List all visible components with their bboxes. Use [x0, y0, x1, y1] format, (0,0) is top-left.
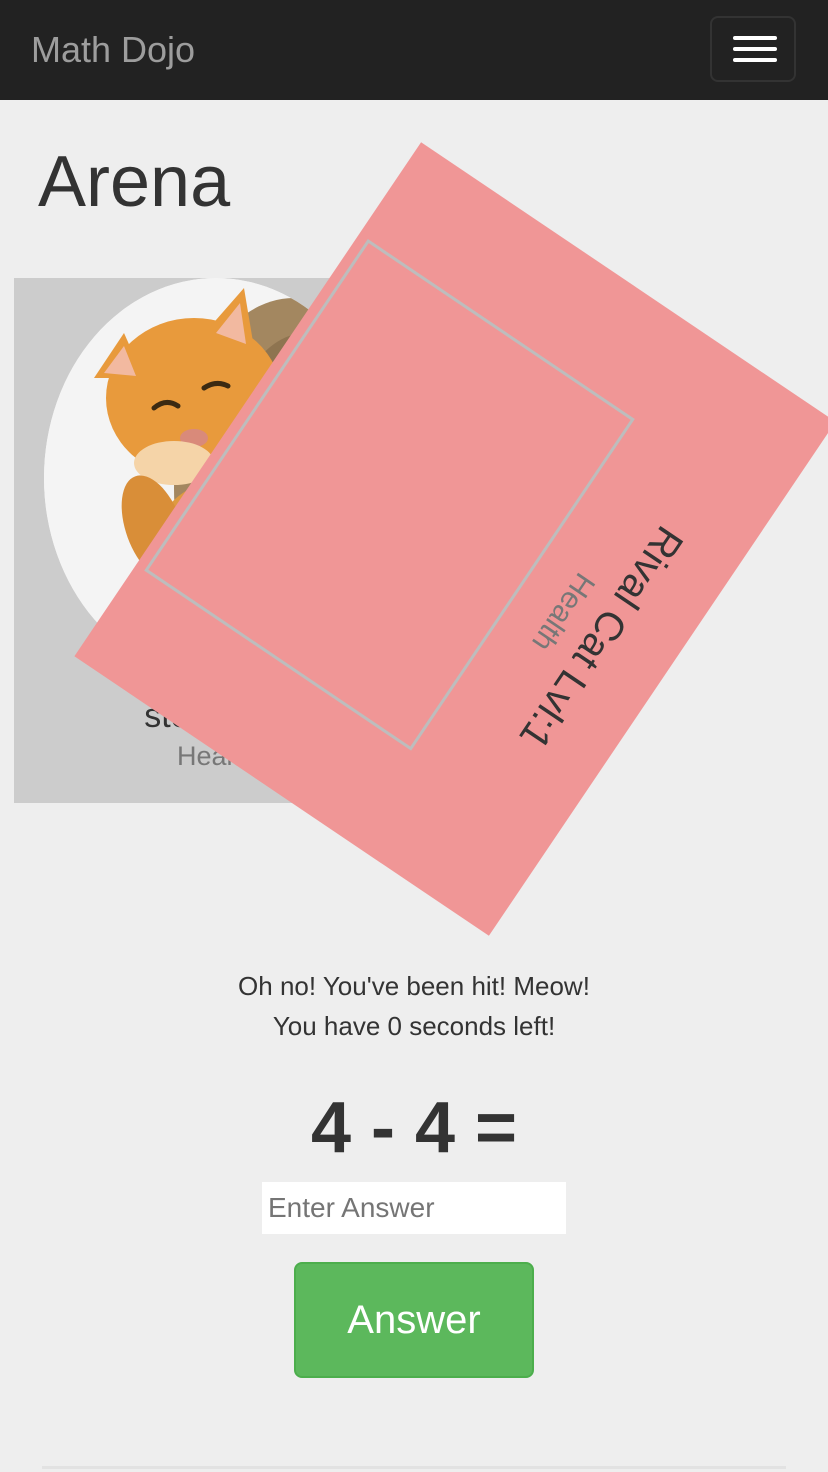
footer-divider: [42, 1466, 786, 1469]
menu-toggle-button[interactable]: [710, 16, 796, 82]
answer-input[interactable]: [262, 1182, 566, 1234]
answer-button[interactable]: Answer: [294, 1262, 534, 1378]
rival-card: Rival Cat Lvl:1 Health: [74, 142, 828, 936]
hit-message: Oh no! You've been hit! Meow!: [238, 971, 590, 1001]
battle-message: Oh no! You've been hit! Meow! You have 0…: [0, 966, 828, 1046]
top-navbar: Math Dojo: [0, 0, 828, 100]
page-title: Arena: [38, 142, 231, 222]
brand-link[interactable]: Math Dojo: [31, 28, 195, 72]
timer-message: You have 0 seconds left!: [272, 1011, 556, 1041]
math-equation: 4 - 4 =: [310, 1088, 518, 1168]
